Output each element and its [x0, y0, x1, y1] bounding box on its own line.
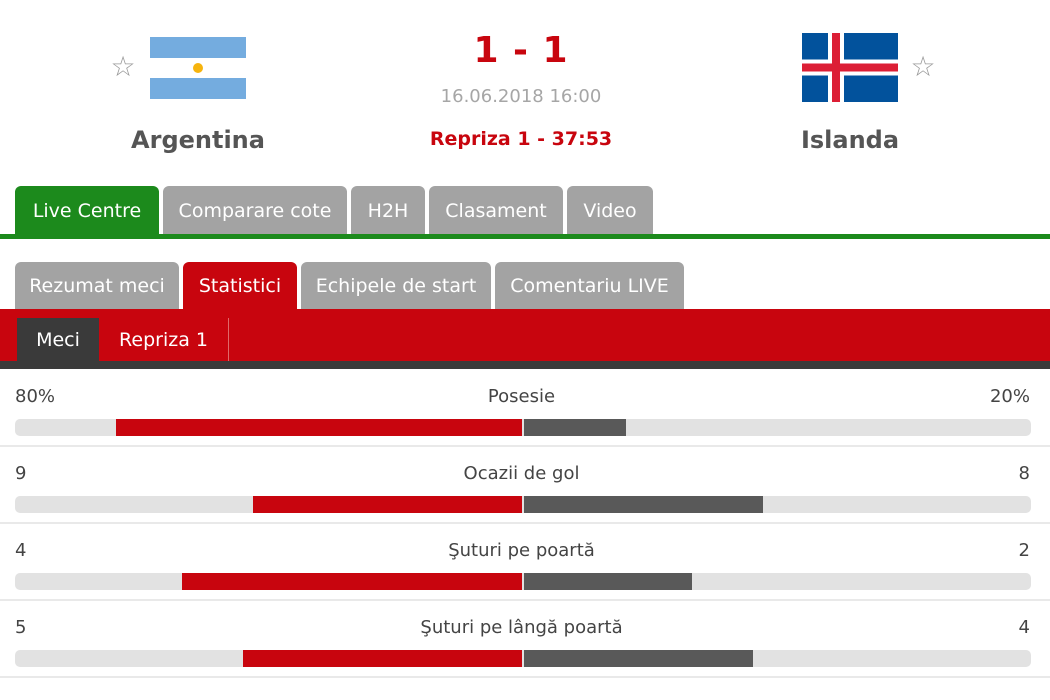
stat-away-bar: [524, 496, 763, 513]
tab-video[interactable]: Video: [567, 186, 653, 234]
stat-bar-track: [15, 419, 1031, 436]
stat-home-bar: [253, 496, 522, 513]
stat-away-bar: [524, 573, 692, 590]
match-score: 1 - 1: [473, 30, 569, 71]
period-bar-underline: [0, 361, 1050, 369]
home-team-name: Argentina: [131, 126, 265, 154]
stat-label: Posesie: [487, 386, 556, 407]
stat-bar-track: [15, 573, 1031, 590]
sub-tabs: Rezumat meci Statistici Echipele de star…: [0, 262, 1050, 310]
away-team-name: Islanda: [800, 126, 900, 154]
tab-repriza-1[interactable]: Repriza 1: [99, 318, 229, 363]
stat-label: Şuturi pe lângă poartă: [420, 617, 623, 638]
match-header: ☆ Argentina 1 - 1 16.06.2018 16:00 Repri…: [0, 0, 1050, 180]
stat-away-value: 20%: [989, 386, 1030, 407]
stat-home-value: 4: [15, 540, 27, 561]
stat-home-value: 9: [15, 463, 27, 484]
tab-h2h[interactable]: H2H: [351, 186, 425, 234]
tab-clasament[interactable]: Clasament: [429, 186, 563, 234]
tab-meci[interactable]: Meci: [17, 318, 99, 363]
stat-away-value: 4: [1018, 617, 1030, 638]
tab-rezumat-meci[interactable]: Rezumat meci: [15, 262, 179, 310]
stat-row-chances: 9 Ocazii de gol 8: [0, 447, 1050, 524]
main-tabs: Live Centre Comparare cote H2H Clasament…: [0, 186, 1050, 241]
argentina-flag-icon: [150, 37, 246, 99]
tab-echipele-de-start[interactable]: Echipele de start: [301, 262, 491, 310]
stat-away-bar: [524, 419, 626, 436]
iceland-flag-icon: [802, 33, 898, 102]
stat-away-value: 2: [1018, 540, 1030, 561]
stat-bar-track: [15, 496, 1031, 513]
stat-label: Şuturi pe poartă: [448, 540, 595, 561]
stat-row-possession: 80% Posesie 20%: [0, 370, 1050, 447]
stat-label: Ocazii de gol: [463, 463, 580, 484]
stat-home-bar: [182, 573, 522, 590]
main-tabs-underline: [0, 234, 1050, 239]
stat-home-value: 5: [15, 617, 27, 638]
tab-comentariu-live[interactable]: Comentariu LIVE: [495, 262, 684, 310]
tab-statistici[interactable]: Statistici: [183, 262, 297, 310]
stat-home-bar: [116, 419, 522, 436]
tab-live-centre[interactable]: Live Centre: [15, 186, 159, 236]
stat-bar-track: [15, 650, 1031, 667]
stat-row-shots-on-target: 4 Şuturi pe poartă 2: [0, 524, 1050, 601]
stat-home-value: 80%: [15, 386, 56, 407]
tab-comparare-cote[interactable]: Comparare cote: [163, 186, 347, 234]
period-bar: Meci Repriza 1: [0, 309, 1050, 363]
favorite-away-star-icon[interactable]: ☆: [908, 52, 938, 82]
stat-away-bar: [524, 650, 753, 667]
match-status: Repriza 1 - 37:53: [429, 128, 613, 150]
stat-away-value: 8: [1018, 463, 1030, 484]
stat-row-shots-off-target: 5 Şuturi pe lângă poartă 4: [0, 601, 1050, 678]
favorite-home-star-icon[interactable]: ☆: [108, 52, 138, 82]
match-datetime: 16.06.2018 16:00: [440, 86, 602, 107]
stat-home-bar: [243, 650, 522, 667]
